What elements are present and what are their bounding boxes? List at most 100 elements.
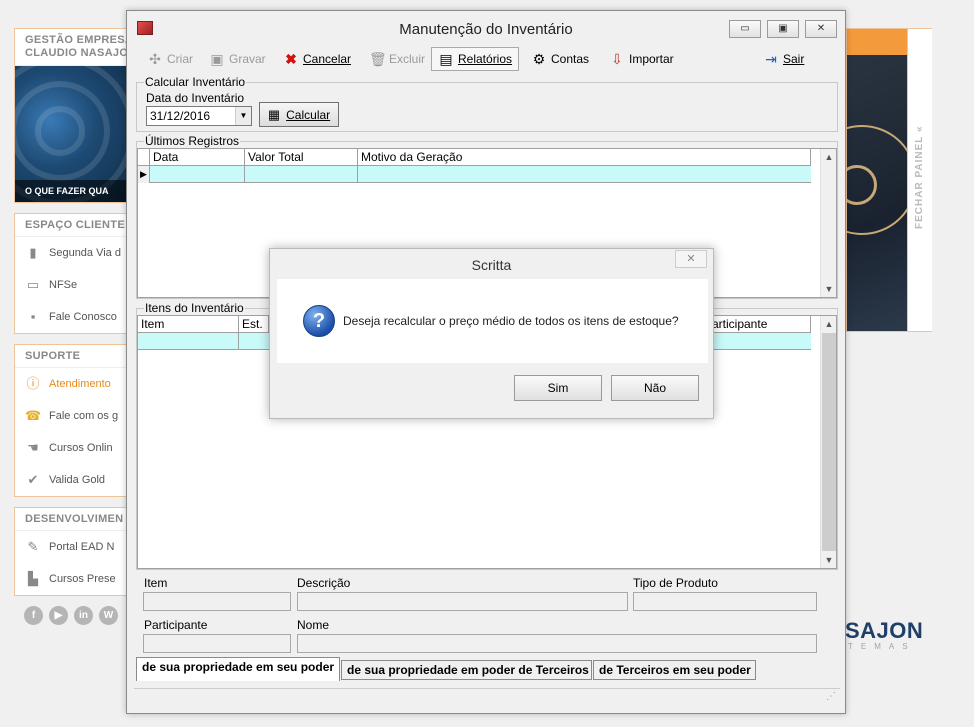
minimize-button[interactable]: ▭	[729, 20, 761, 38]
pointer-icon: ☚	[27, 440, 39, 455]
fale-conosco-label: Fale Conosco	[49, 311, 117, 323]
descricao-label: Descrição	[297, 576, 351, 590]
ultimos-scrollbar[interactable]: ▲ ▼	[820, 149, 836, 297]
table-row[interactable]	[150, 166, 811, 183]
valida-gold-link[interactable]: ✔ Valida Gold	[15, 464, 133, 496]
col-motivo-header[interactable]: Motivo da Geração	[358, 149, 811, 166]
tipo-produto-field[interactable]	[633, 592, 817, 611]
nfse-link[interactable]: ▭ NFSe	[15, 269, 133, 301]
importar-button[interactable]: ⇩ Importar	[603, 47, 680, 71]
question-icon: ?	[303, 305, 335, 337]
calcular-button[interactable]: ▦ Calcular	[259, 102, 339, 127]
linkedin-icon[interactable]: in	[74, 606, 93, 625]
window-titlebar[interactable]: Manutenção do Inventário ▭ ▣ ✕	[127, 11, 845, 45]
cursos-presenciais-label: Cursos Prese	[49, 573, 116, 585]
portal-ead-link[interactable]: ✎ Portal EAD N	[15, 531, 133, 563]
col-est-header[interactable]: Est.	[239, 316, 269, 333]
portal-ead-label: Portal EAD N	[49, 541, 115, 553]
document-icon: ▮	[29, 245, 37, 260]
fale-com-link[interactable]: ☎ Fale com os g	[15, 400, 133, 432]
participante-field[interactable]	[143, 634, 291, 653]
scroll-up-icon[interactable]: ▲	[821, 316, 836, 332]
col-participante-header[interactable]: articipante	[709, 316, 811, 333]
report-icon: ▤	[439, 50, 453, 67]
gestao-panel: GESTÃO EMPRESA CLAUDIO NASAJO O QUE FAZE…	[14, 28, 134, 203]
relatorios-label: Relatórios	[458, 52, 513, 66]
tab-propriedade-seu-poder-label: de sua propriedade em seu poder	[142, 660, 335, 674]
sair-label: Sair	[783, 52, 805, 66]
data-inventario-field[interactable]: 31/12/2016 ▼	[146, 106, 252, 126]
col-item-header[interactable]: Item	[138, 316, 239, 333]
close-button[interactable]: ✕	[805, 20, 837, 38]
calculator-icon: ▦	[267, 106, 281, 122]
tab-terceiros-seu-poder[interactable]: de Terceiros em seu poder	[593, 660, 756, 680]
dialog-body: ? Deseja recalcular o preço médio de tod…	[277, 279, 708, 363]
descricao-field[interactable]	[297, 592, 628, 611]
desenvolvimento-header: DESENVOLVIMEN	[15, 508, 133, 531]
gestao-banner-image[interactable]: O QUE FAZER QUA	[15, 66, 133, 202]
atendimento-label: Atendimento	[49, 378, 111, 390]
status-bar: ⋰	[134, 688, 840, 706]
gravar-button[interactable]: ▣ Gravar	[203, 47, 272, 71]
row-indicator-icon: ▶	[138, 166, 150, 183]
cancelar-button[interactable]: ✖ Cancelar	[277, 47, 357, 71]
fale-conosco-link[interactable]: ▪ Fale Conosco	[15, 301, 133, 333]
scroll-down-icon[interactable]: ▼	[821, 552, 836, 568]
fechar-painel-toggle[interactable]: FECHAR PAINEL «	[907, 29, 932, 331]
dropdown-arrow-icon[interactable]: ▼	[235, 107, 251, 125]
banner-caption: O QUE FAZER QUA	[15, 180, 133, 202]
suporte-panel: SUPORTE ⓘ Atendimento ☎ Fale com os g ☚ Cur…	[14, 344, 134, 497]
tipo-produto-label: Tipo de Produto	[633, 576, 718, 590]
right-panel-stripe	[847, 29, 907, 55]
new-icon: ✣	[149, 50, 161, 67]
atendimento-link[interactable]: ⓘ Atendimento	[15, 368, 133, 400]
portal-left-sidebar: GESTÃO EMPRESA CLAUDIO NASAJO O QUE FAZE…	[14, 28, 134, 625]
excluir-button[interactable]: 🗑 Excluir	[363, 47, 431, 71]
dialog-close-button[interactable]: ✕	[675, 250, 707, 268]
portal-right-panel: FECHAR PAINEL «	[846, 28, 932, 332]
criar-button[interactable]: ✣ Criar	[141, 47, 199, 71]
sim-button[interactable]: Sim	[514, 375, 602, 401]
nao-button[interactable]: Não	[611, 375, 699, 401]
grid-corner	[138, 149, 150, 166]
cursos-online-label: Cursos Onlin	[49, 442, 113, 454]
facebook-icon[interactable]: f	[24, 606, 43, 625]
maximize-button[interactable]: ▣	[767, 20, 799, 38]
cancelar-label: Cancelar	[303, 52, 352, 66]
excluir-label: Excluir	[389, 52, 426, 66]
resize-grip-icon[interactable]: ⋰	[826, 691, 836, 702]
wordpress-icon[interactable]: W	[99, 606, 118, 625]
gestao-panel-header: GESTÃO EMPRESA CLAUDIO NASAJO	[15, 29, 133, 66]
toolbar: ✣ Criar ▣ Gravar ✖ Cancelar 🗑 Excluir ▤ Relat…	[127, 45, 845, 73]
scroll-thumb[interactable]	[822, 333, 836, 551]
nome-field[interactable]	[297, 634, 817, 653]
scroll-up-icon[interactable]: ▲	[821, 149, 836, 165]
youtube-icon[interactable]: ▶	[49, 606, 68, 625]
tab-propriedade-terceiros-label: de sua propriedade em poder de Terceiros	[347, 663, 589, 677]
import-icon: ⇩	[611, 50, 623, 67]
fechar-painel-label: FECHAR PAINEL «	[914, 125, 925, 229]
criar-label: Criar	[167, 52, 193, 66]
contas-button[interactable]: ⚙ Contas	[525, 47, 595, 71]
valida-gold-label: Valida Gold	[49, 474, 106, 486]
sair-button[interactable]: ⇥ Sair	[757, 47, 810, 71]
contas-label: Contas	[551, 52, 590, 66]
itens-scrollbar[interactable]: ▲ ▼	[820, 316, 836, 568]
col-valor-total-header[interactable]: Valor Total	[245, 149, 358, 166]
item-field[interactable]	[143, 592, 291, 611]
cursos-online-link[interactable]: ☚ Cursos Onlin	[15, 432, 133, 464]
save-icon: ▣	[210, 50, 224, 67]
dialog-message: Deseja recalcular o preço médio de todos…	[343, 314, 679, 328]
relatorios-button[interactable]: ▤ Relatórios	[431, 47, 520, 71]
segunda-via-link[interactable]: ▮ Segunda Via d	[15, 237, 133, 269]
cursos-presenciais-link[interactable]: ▙ Cursos Prese	[15, 563, 133, 595]
tab-propriedade-seu-poder[interactable]: de sua propriedade em seu poder	[136, 657, 340, 681]
suporte-header: SUPORTE	[15, 345, 133, 368]
col-data-header[interactable]: Data	[150, 149, 245, 166]
item-label: Item	[144, 576, 168, 590]
chat-icon: ▪	[30, 309, 36, 324]
tab-propriedade-terceiros[interactable]: de sua propriedade em poder de Terceiros	[341, 660, 592, 680]
scroll-down-icon[interactable]: ▼	[821, 281, 836, 297]
nasajon-logo-sub: TEMAS	[848, 642, 916, 651]
trash-icon: 🗑	[369, 50, 387, 67]
